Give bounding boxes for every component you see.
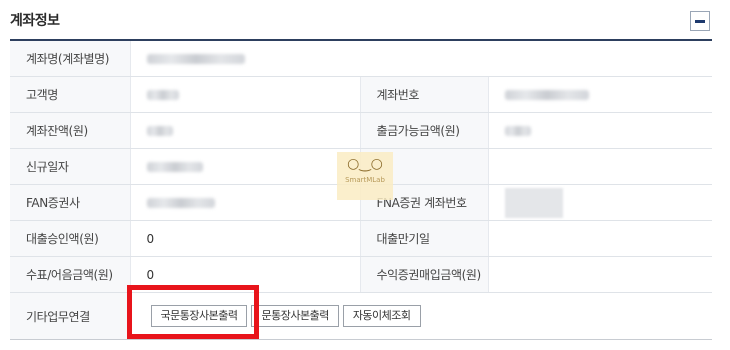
masked-value xyxy=(504,90,589,100)
button-group: 국문통장사본출력 문통장사본출력 자동이체조회 xyxy=(130,292,712,340)
masked-value xyxy=(146,198,215,208)
balance-value xyxy=(130,112,361,149)
row-label: 고객명 xyxy=(10,76,131,113)
masked-value xyxy=(146,126,173,136)
table-row: 대출승인액(원) 0 대출만기일 xyxy=(10,220,712,257)
account-number-value xyxy=(488,76,712,113)
table-row: 기타업무연결 국문통장사본출력 문통장사본출력 자동이체조회 xyxy=(10,292,712,340)
watermark-text: SmartMLab xyxy=(345,176,385,184)
table-row: 수표/어음금액(원) 0 수익증권매입금액(원) xyxy=(10,256,712,293)
minus-icon xyxy=(695,20,705,23)
account-name-value xyxy=(130,41,712,77)
row-label: 대출승인액(원) xyxy=(10,220,131,257)
row-label: 수익증권매입금액(원) xyxy=(360,256,489,293)
masked-value xyxy=(504,187,563,218)
open-date-value xyxy=(130,148,361,185)
loan-approved-value: 0 xyxy=(130,220,361,257)
row-label: 출금가능금액(원) xyxy=(360,112,489,149)
fund-purchase-value xyxy=(488,256,712,293)
withdrawable-value xyxy=(488,112,712,149)
masked-value xyxy=(146,90,179,100)
row-label: 대출만기일 xyxy=(360,220,489,257)
masked-value xyxy=(146,162,203,172)
passbook-print-button[interactable]: 문통장사본출력 xyxy=(251,305,339,327)
loan-maturity-value xyxy=(488,220,712,257)
customer-name-value xyxy=(130,76,361,113)
row-label: 계좌번호 xyxy=(360,76,489,113)
fna-account-value xyxy=(488,184,712,221)
collapse-button[interactable] xyxy=(690,11,710,31)
table-row: 계좌잔액(원) 출금가능금액(원) xyxy=(10,112,712,149)
masked-value xyxy=(504,126,531,136)
row-label: 계좌명(계좌별명) xyxy=(10,41,131,77)
fan-securities-value xyxy=(130,184,361,221)
glasses-icon: ○‿○ xyxy=(347,156,383,172)
empty-value xyxy=(488,148,712,185)
masked-value xyxy=(146,54,245,64)
row-label: 기타업무연결 xyxy=(10,292,131,340)
row-label: 신규일자 xyxy=(10,148,131,185)
watermark: ○‿○ SmartMLab xyxy=(337,152,393,200)
korean-passbook-print-button[interactable]: 국문통장사본출력 xyxy=(150,305,248,327)
auto-transfer-inquiry-button[interactable]: 자동이체조회 xyxy=(342,305,421,327)
check-amount-value: 0 xyxy=(130,256,361,293)
table-row: 고객명 계좌번호 xyxy=(10,76,712,113)
row-label: 계좌잔액(원) xyxy=(10,112,131,149)
section-title: 계좌정보 xyxy=(10,13,60,29)
table-row: 계좌명(계좌별명) xyxy=(10,41,712,77)
row-label: FAN증권사 xyxy=(10,184,131,221)
row-label: 수표/어음금액(원) xyxy=(10,256,131,293)
